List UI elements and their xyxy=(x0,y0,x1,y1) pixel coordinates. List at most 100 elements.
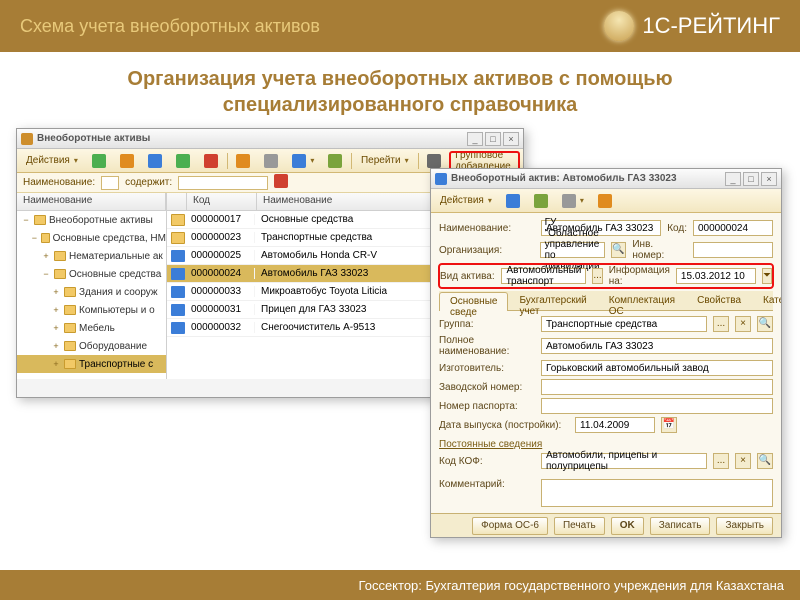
refresh-icon xyxy=(328,154,342,168)
col-code[interactable]: Код xyxy=(187,193,257,210)
toggle-icon[interactable]: − xyxy=(41,269,51,279)
group-clear[interactable]: × xyxy=(735,316,751,332)
cell-code: 000000023 xyxy=(185,232,255,243)
cell-name: Микроавтобус Toyota Liticia xyxy=(255,286,453,297)
tree-item[interactable]: −Основные средства, НМ xyxy=(17,229,166,247)
label-org: Организация: xyxy=(439,245,534,256)
toggle-icon[interactable]: − xyxy=(21,215,31,225)
max-button[interactable]: □ xyxy=(743,172,759,186)
form-template-button[interactable]: Форма ОС-6 xyxy=(472,517,548,535)
window2-titlebar[interactable]: Внеоборотный актив: Автомобиль ГАЗ 33023… xyxy=(431,169,781,189)
input-kof[interactable]: Автомобили, прицепы и полуприцепы xyxy=(541,453,707,469)
item-icon xyxy=(171,250,185,262)
add-button[interactable] xyxy=(87,152,111,170)
input-serial[interactable] xyxy=(541,379,773,395)
tree-item[interactable]: +Нематериальные ак xyxy=(17,247,166,265)
header-band: Схема учета внеоборотных активов 1С-РЕЙТ… xyxy=(0,0,800,52)
input-code[interactable]: 000000024 xyxy=(693,220,773,236)
input-type[interactable]: Автомобильный транспорт xyxy=(501,268,586,284)
tab-2[interactable]: Комплектация ОС xyxy=(598,291,686,310)
tree-label: Мебель xyxy=(79,323,115,334)
goto-button[interactable] xyxy=(557,192,589,210)
toggle-icon[interactable]: + xyxy=(41,251,51,261)
kof-clear[interactable]: × xyxy=(735,453,751,469)
filter-toggle[interactable] xyxy=(287,152,319,170)
kof-ell[interactable]: ... xyxy=(713,453,729,469)
tab-3[interactable]: Свойства xyxy=(686,291,752,310)
help-button[interactable] xyxy=(593,192,617,210)
folder-icon xyxy=(64,305,76,315)
input-maker[interactable]: Горьковский автомобильный завод xyxy=(541,360,773,376)
add-folder-button[interactable] xyxy=(115,152,139,170)
group-lookup[interactable]: 🔍 xyxy=(757,316,773,332)
close-button[interactable]: Закрыть xyxy=(716,517,773,535)
window1-titlebar[interactable]: Внеоборотные активы _ □ × xyxy=(17,129,523,149)
refresh-button[interactable] xyxy=(529,192,553,210)
refresh-button[interactable] xyxy=(323,152,347,170)
toggle-icon[interactable]: + xyxy=(51,287,61,297)
print-button[interactable]: Печать xyxy=(554,517,605,535)
edit-button[interactable] xyxy=(171,152,195,170)
toggle-icon[interactable]: − xyxy=(31,233,38,243)
tab-4[interactable]: Категории xyxy=(752,291,781,310)
tab-1[interactable]: Бухгалтерский учет xyxy=(508,291,597,310)
form-icon xyxy=(435,173,447,185)
move-button[interactable] xyxy=(231,152,255,170)
actions-menu[interactable]: Действия xyxy=(21,152,83,170)
tree-item[interactable]: +Здания и сооруж xyxy=(17,283,166,301)
input-group[interactable]: Транспортные средства xyxy=(541,316,707,332)
filter-clear[interactable] xyxy=(274,174,288,191)
tree-panel: Наименование −Внеоборотные активы−Основн… xyxy=(17,193,167,379)
tree-item[interactable]: −Внеоборотные активы xyxy=(17,211,166,229)
save-button[interactable] xyxy=(501,192,525,210)
tree-item[interactable]: +Оборудование xyxy=(17,337,166,355)
close-button[interactable]: × xyxy=(503,132,519,146)
tree-item[interactable]: − Основные средства xyxy=(17,265,166,283)
min-button[interactable]: _ xyxy=(467,132,483,146)
copy-button[interactable] xyxy=(143,152,167,170)
filter-field-dd[interactable] xyxy=(101,176,119,190)
tree-item[interactable]: + Мебель xyxy=(17,319,166,337)
label-fullname: Полное наименование: xyxy=(439,335,535,357)
save-button[interactable]: Записать xyxy=(650,517,711,535)
copy-icon xyxy=(148,154,162,168)
hierarchy-button[interactable] xyxy=(259,152,283,170)
date-cal[interactable]: 📅 xyxy=(661,417,677,433)
max-button[interactable]: □ xyxy=(485,132,501,146)
delete-button[interactable] xyxy=(199,152,223,170)
input-inv[interactable] xyxy=(693,242,773,258)
goto-menu[interactable]: Перейти xyxy=(356,152,414,170)
tree-label: Основные средства xyxy=(69,269,161,280)
input-info[interactable]: 15.03.2012 10 xyxy=(676,268,756,284)
pencil-icon xyxy=(176,154,190,168)
col-name[interactable]: Наименование xyxy=(257,193,453,210)
type-dd-button[interactable]: ... xyxy=(592,268,602,284)
input-org[interactable]: ГУ "Областное управление по ликвидации Ч… xyxy=(540,242,605,258)
toggle-icon[interactable]: + xyxy=(51,359,61,369)
section-const: Постоянные сведения xyxy=(439,439,773,450)
group-add-button[interactable]: Групповое добавление xyxy=(450,152,519,170)
input-comment[interactable] xyxy=(541,479,773,507)
tree-item[interactable]: +Компьютеры и о xyxy=(17,301,166,319)
kof-lookup[interactable]: 🔍 xyxy=(757,453,773,469)
input-fullname[interactable]: Автомобиль ГАЗ 33023 xyxy=(541,338,773,354)
lookup-org-button[interactable]: 🔍 xyxy=(611,242,627,258)
input-date[interactable]: 11.04.2009 xyxy=(575,417,655,433)
toggle-icon[interactable]: + xyxy=(51,305,61,315)
tab-0[interactable]: Основные сведе xyxy=(439,292,508,311)
info-cal-button[interactable]: ⏷ xyxy=(762,268,772,284)
toggle-icon[interactable]: + xyxy=(51,323,61,333)
tree-item[interactable]: +Транспортные с xyxy=(17,355,166,373)
group-ell[interactable]: ... xyxy=(713,316,729,332)
cell-name: Снегоочиститель А-9513 xyxy=(255,322,453,333)
ok-button[interactable]: OK xyxy=(611,517,644,535)
input-passport[interactable] xyxy=(541,398,773,414)
cell-code: 000000017 xyxy=(185,214,255,225)
actions-menu[interactable]: Действия xyxy=(435,192,497,210)
toggle-icon[interactable]: + xyxy=(51,341,61,351)
close-button[interactable]: × xyxy=(761,172,777,186)
filter-input[interactable] xyxy=(178,176,268,190)
folder-icon xyxy=(64,323,76,333)
min-button[interactable]: _ xyxy=(725,172,741,186)
print-button[interactable] xyxy=(422,152,446,170)
